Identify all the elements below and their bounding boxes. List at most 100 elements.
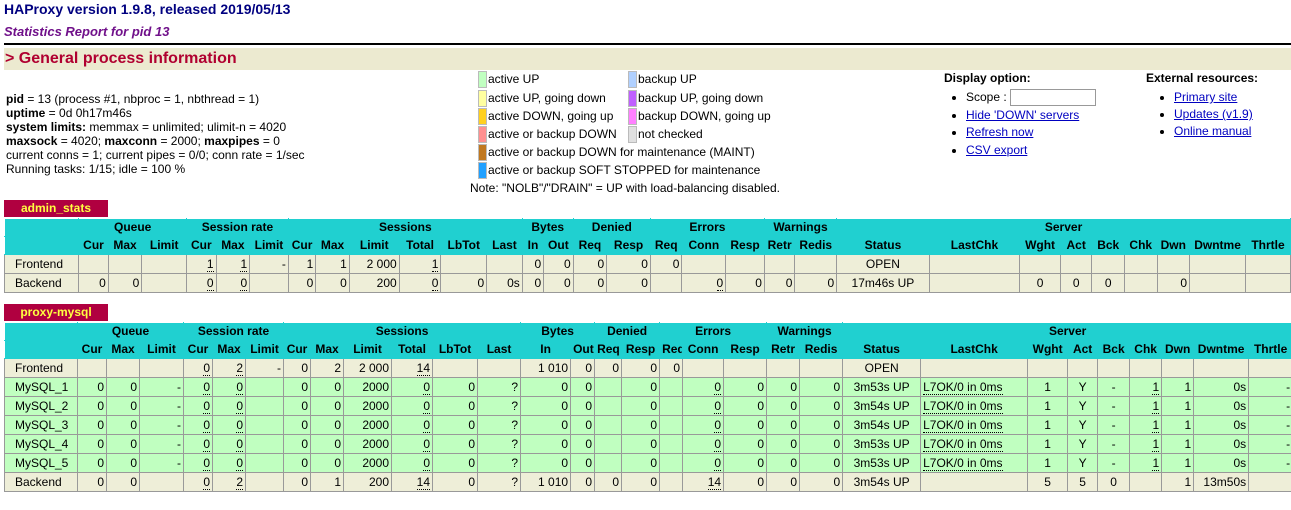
table-row-server[interactable]: MySQL_1 0 0-0 0 0 0 2000 0 0? 0 0 0 0 0 0 0 3m53s UP L7OK… <box>4 377 1291 397</box>
refresh-link[interactable]: Refresh now <box>966 125 1033 139</box>
table-cell <box>245 453 285 473</box>
divider <box>4 43 1291 45</box>
table-cell <box>681 254 727 274</box>
table-cell: 0 <box>183 453 214 473</box>
table-row-server[interactable]: MySQL_2 0 0-0 0 0 0 2000 0 0? 0 0 0 0 0 0 0 3m54s UP L7OK… <box>4 396 1291 416</box>
column-header: Retr <box>763 236 796 255</box>
table-cell: 0 <box>283 415 312 435</box>
cell-value: 0 <box>714 436 722 452</box>
table-cell: 0 <box>725 273 765 293</box>
display-options: Display option: Scope : Hide 'DOWN' serv… <box>944 71 1097 159</box>
table-cell: 0 <box>570 396 596 416</box>
table-cell: 0 <box>77 377 107 397</box>
cell-value: 1 <box>1152 379 1160 395</box>
table-cell <box>725 254 765 274</box>
column-header: Cur <box>77 340 107 359</box>
row-name[interactable]: MySQL_2 <box>4 396 78 416</box>
primary-site-item: Primary site <box>1174 89 1258 106</box>
cell-value: 1 <box>240 256 248 272</box>
row-name[interactable]: Backend <box>4 472 78 492</box>
scope-input[interactable] <box>1010 89 1097 107</box>
cell-value: 0 <box>423 379 431 395</box>
table-cell: 0s <box>1193 453 1250 473</box>
table-cell: 0 <box>572 254 608 274</box>
table-cell: 1 010 <box>520 472 572 492</box>
table-cell: ? <box>477 472 522 492</box>
row-name[interactable]: Frontend <box>4 358 78 378</box>
table-cell: 0 <box>766 472 801 492</box>
column-header: Resp <box>621 340 661 359</box>
maxpipes-label: maxpipes <box>204 134 260 148</box>
primary-site-link[interactable]: Primary site <box>1174 90 1237 104</box>
column-header: Cur <box>183 340 214 359</box>
table-cell <box>1129 358 1163 378</box>
external-list: Primary site Updates (v1.9) Online manua… <box>1146 89 1258 140</box>
table-row-frontend[interactable]: Frontend 0 2-0 2 2 000 14 1 010 0 0 0 0 OPEN <box>4 358 1291 378</box>
table-cell: 0 <box>621 415 661 435</box>
row-name[interactable]: Frontend <box>3 254 80 274</box>
table-cell: - <box>138 396 185 416</box>
table-cell: - <box>1097 453 1131 473</box>
table-cell: - <box>1248 377 1291 397</box>
updates-link[interactable]: Updates (v1.9) <box>1174 107 1253 121</box>
hide-down-item: Hide 'DOWN' servers <box>966 107 1096 125</box>
manual-item: Online manual <box>1174 123 1258 140</box>
table-cell <box>1245 254 1291 274</box>
cell-value: 0 <box>203 474 211 490</box>
table-cell: 0 <box>570 453 596 473</box>
table-cell: 0 <box>391 453 434 473</box>
table-cell: 1 <box>1161 396 1195 416</box>
header-group: Warnings <box>766 322 844 341</box>
table-row-server[interactable]: MySQL_3 0 0-0 0 0 0 2000 0 0? 0 0 0 0 0 0 0 3m54s UP L7OK… <box>4 415 1291 435</box>
table-cell: 0 <box>682 434 725 454</box>
table-cell: 0 <box>520 453 572 473</box>
legend-label: backup DOWN, going up <box>638 109 771 123</box>
row-name[interactable]: Backend <box>3 273 80 293</box>
table-row-backend[interactable]: Backend 0 0 0 0 0 0 200 0 0 0s 0 0 0 0 0 0 0 0 17m46s UP 0 0 0… <box>3 273 1291 293</box>
csv-export-link[interactable]: CSV export <box>966 143 1027 157</box>
table-cell: 0 <box>766 377 801 397</box>
table-cell <box>1193 358 1250 378</box>
table-cell: 0 <box>682 396 725 416</box>
table-cell <box>78 254 109 274</box>
column-header: Limit <box>138 340 185 359</box>
table-cell: Y <box>1067 415 1099 435</box>
table-cell: 200 <box>348 273 400 293</box>
proxy-name-admin-stats[interactable]: admin_stats <box>4 200 108 217</box>
row-name[interactable]: MySQL_4 <box>4 434 78 454</box>
table-cell: 0 <box>763 273 796 293</box>
table-cell: 0 <box>799 415 844 435</box>
proxy-name-proxy-mysql[interactable]: proxy-mysql <box>4 304 108 321</box>
header-group-row: Queue Session rate Sessions Bytes Denied Erro… <box>4 322 1291 341</box>
table-cell <box>1019 254 1061 274</box>
column-header: Total <box>398 236 442 255</box>
table-row-server[interactable]: MySQL_5 0 0-0 0 0 0 2000 0 0? 0 0 0 0 0 0 0 3m53s UP L7OK… <box>4 453 1291 473</box>
table-cell: 0 <box>570 434 596 454</box>
table-row-frontend[interactable]: Frontend 1 1-1 1 2 000 1 0 0 0 0 0 OPEN <box>3 254 1291 274</box>
column-header: Status <box>842 340 922 359</box>
table-cell <box>440 254 488 274</box>
online-manual-link[interactable]: Online manual <box>1174 124 1251 138</box>
column-header: Max <box>215 236 251 255</box>
stats-table-admin-stats: Queue Session rate Sessions Bytes Denied Erro… <box>3 218 1291 293</box>
table-cell: 0 <box>799 434 844 454</box>
table-cell: 0 <box>1097 472 1131 492</box>
column-header: Cur <box>283 340 312 359</box>
table-cell: 0 <box>77 434 107 454</box>
uptime-label: uptime <box>6 106 46 120</box>
table-cell: 0s <box>1193 396 1250 416</box>
table-cell <box>594 453 623 473</box>
legend-label: active or backup DOWN <box>488 127 617 141</box>
row-name[interactable]: MySQL_3 <box>4 415 78 435</box>
table-row-server[interactable]: MySQL_4 0 0-0 0 0 0 2000 0 0? 0 0 0 0 0 0 0 3m53s UP L7OK… <box>4 434 1291 454</box>
table-cell: 0 <box>543 254 574 274</box>
table-cell: 0 <box>1059 273 1093 293</box>
row-name[interactable]: MySQL_1 <box>4 377 78 397</box>
table-cell <box>1248 472 1291 492</box>
cell-value: 0 <box>236 398 244 414</box>
hide-down-link[interactable]: Hide 'DOWN' servers <box>966 108 1079 122</box>
row-name[interactable]: MySQL_5 <box>4 453 78 473</box>
table-row-backend[interactable]: Backend 0 0 0 2 0 1 200 14 0? 1 010 0 0 0 14 0 0 0 3m54s U… <box>4 472 1291 492</box>
header-group: Denied <box>594 322 661 341</box>
column-header: Last <box>486 236 523 255</box>
